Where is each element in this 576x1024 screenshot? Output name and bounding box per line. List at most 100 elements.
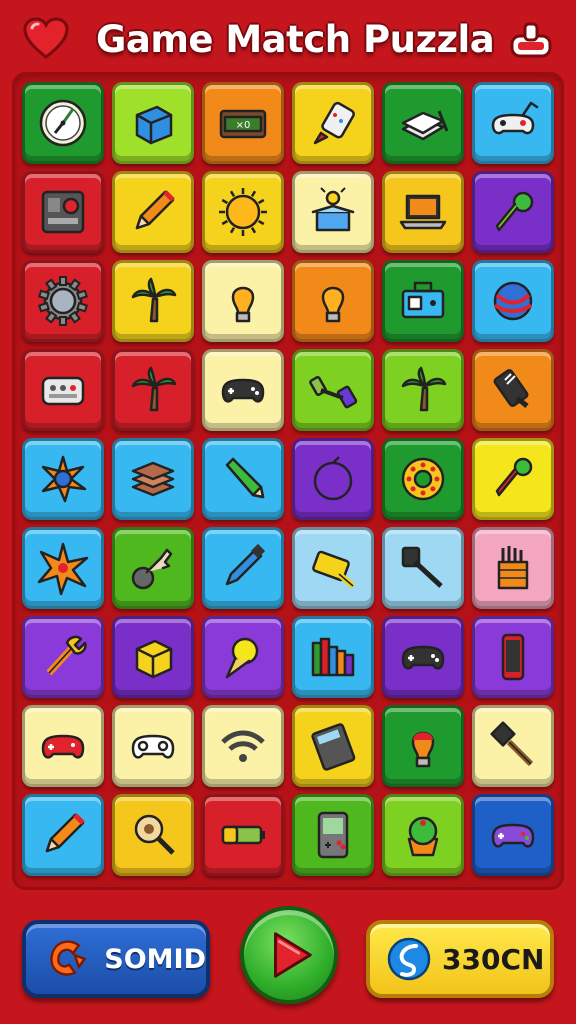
palm-tree-icon <box>131 277 177 323</box>
tile[interactable] <box>292 616 374 698</box>
gear-icon <box>37 276 89 326</box>
tile[interactable] <box>292 438 374 520</box>
tile[interactable]: ×0 <box>202 82 284 164</box>
usb-drive-icon <box>493 369 529 408</box>
cupcake-icon <box>407 816 439 857</box>
tile[interactable] <box>112 171 194 253</box>
tile[interactable] <box>472 82 554 164</box>
tile[interactable] <box>472 438 554 520</box>
tile[interactable] <box>292 527 374 609</box>
swirl-logo-icon <box>50 940 87 976</box>
yellow-box-icon <box>135 639 173 679</box>
tile[interactable] <box>22 82 104 164</box>
tile[interactable] <box>472 260 554 342</box>
tile[interactable] <box>22 527 104 609</box>
spiky-ball-icon <box>41 455 87 503</box>
tile[interactable] <box>22 616 104 698</box>
tile[interactable] <box>382 260 464 342</box>
calculator-icon <box>311 723 356 771</box>
game-board: ×0 <box>12 72 564 890</box>
tile[interactable] <box>382 794 464 876</box>
tile[interactable] <box>22 438 104 520</box>
magnifier-icon <box>134 814 175 855</box>
heart-icon[interactable] <box>22 16 70 60</box>
tile[interactable] <box>382 349 464 431</box>
tile[interactable] <box>472 349 554 431</box>
tile[interactable] <box>292 705 374 787</box>
tile[interactable] <box>112 82 194 164</box>
gamepad-outline-icon <box>131 734 175 759</box>
tile[interactable] <box>382 171 464 253</box>
tile[interactable] <box>112 705 194 787</box>
tile[interactable] <box>472 171 554 253</box>
tile[interactable] <box>382 616 464 698</box>
tile[interactable] <box>292 794 374 876</box>
hand-knob-icon <box>131 548 173 590</box>
tile[interactable] <box>22 171 104 253</box>
tile[interactable] <box>382 438 464 520</box>
gamepad-icon <box>221 378 265 403</box>
tile[interactable] <box>202 171 284 253</box>
sound-button[interactable]: SOMID <box>22 920 210 998</box>
tile[interactable] <box>472 527 554 609</box>
purple-gamepad-icon <box>491 823 535 848</box>
toggle-icon[interactable] <box>506 16 556 62</box>
laptop-icon <box>399 194 447 230</box>
plum-icon <box>313 456 353 501</box>
page-title: Game Match Puzzla <box>96 18 495 61</box>
play-button[interactable] <box>240 906 338 1004</box>
tile[interactable] <box>202 527 284 609</box>
tile[interactable] <box>472 705 554 787</box>
tile[interactable] <box>202 438 284 520</box>
device-panel-icon <box>41 190 85 234</box>
tile[interactable] <box>472 794 554 876</box>
tile[interactable] <box>112 349 194 431</box>
tile[interactable] <box>22 260 104 342</box>
blue-marker-icon <box>225 543 266 586</box>
tile[interactable] <box>202 349 284 431</box>
swirl-coin-icon <box>387 937 431 981</box>
tile[interactable] <box>112 438 194 520</box>
tile[interactable] <box>202 260 284 342</box>
paper-stack-icon <box>401 110 449 141</box>
tile[interactable] <box>202 794 284 876</box>
tile[interactable] <box>292 171 374 253</box>
wifi-icon <box>221 730 265 762</box>
dumbbell-icon <box>309 376 358 409</box>
lightbulb-red-icon <box>411 731 435 768</box>
yarn-ball-icon <box>493 281 533 321</box>
tile[interactable] <box>382 705 464 787</box>
tile[interactable] <box>22 705 104 787</box>
tile[interactable] <box>202 616 284 698</box>
lightbulb-icon <box>321 286 345 323</box>
tile[interactable] <box>382 527 464 609</box>
tile[interactable] <box>112 527 194 609</box>
pencil-icon <box>135 190 175 230</box>
tile[interactable] <box>202 705 284 787</box>
tile[interactable] <box>112 616 194 698</box>
ice-cream-icon <box>225 637 259 679</box>
marker-icon <box>495 457 533 497</box>
tile[interactable] <box>292 260 374 342</box>
toolbox-icon <box>401 281 445 319</box>
tile[interactable] <box>382 82 464 164</box>
coins-label: 330CN <box>442 942 545 976</box>
tile[interactable] <box>22 349 104 431</box>
palm-tree-icon <box>401 366 447 412</box>
tile[interactable] <box>292 349 374 431</box>
green-pen-icon <box>495 191 534 232</box>
coins-button[interactable]: 330CN <box>366 920 554 998</box>
controller-arm-icon <box>491 101 539 135</box>
tile[interactable] <box>22 794 104 876</box>
handheld-console-icon <box>317 811 349 859</box>
tile[interactable] <box>112 260 194 342</box>
sound-label: SOMID <box>104 943 206 975</box>
blue-cube-icon <box>135 105 173 145</box>
footer: SOMID 330CN <box>0 900 576 1024</box>
tile[interactable] <box>292 82 374 164</box>
star-burst-icon <box>37 542 89 596</box>
tape-measure-icon <box>312 550 355 589</box>
tile[interactable] <box>472 616 554 698</box>
tile[interactable] <box>112 794 194 876</box>
sun-gear-icon <box>219 188 267 236</box>
